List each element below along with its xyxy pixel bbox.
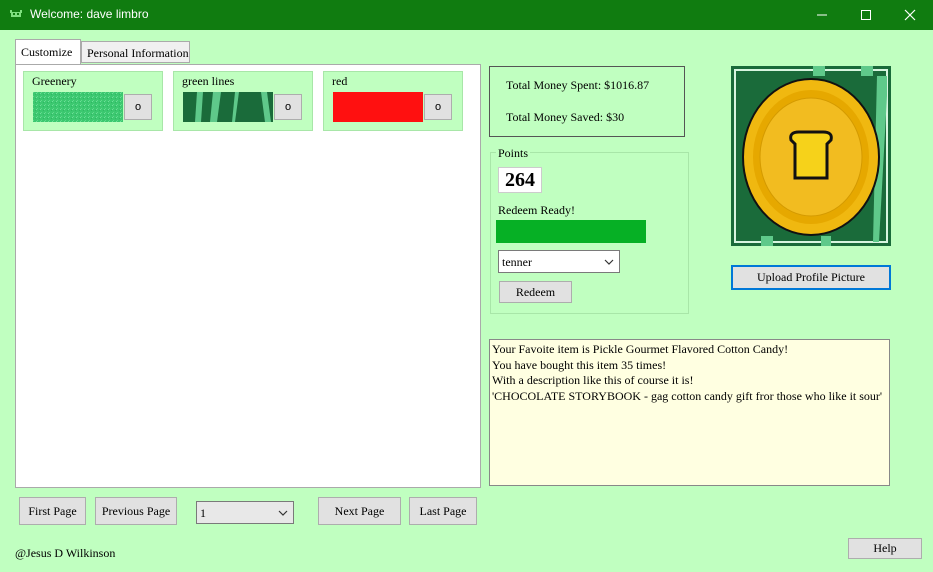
- maximize-icon: [861, 10, 871, 20]
- apply-green-lines-button[interactable]: o: [274, 94, 302, 120]
- chevron-down-icon: [604, 259, 614, 265]
- item-label: red: [332, 74, 348, 88]
- favorite-line: With a description like this of course i…: [492, 373, 694, 387]
- favorite-line: Your Favoite item is Pickle Gourmet Flav…: [492, 342, 789, 356]
- points-group: Points 264 Redeem Ready! tenner Redeem: [490, 146, 689, 314]
- item-label: Greenery: [32, 74, 77, 88]
- tab-personal-information[interactable]: Personal Information: [81, 41, 190, 63]
- maximize-button[interactable]: [843, 0, 889, 30]
- redeem-status: Redeem Ready!: [498, 203, 575, 217]
- item-label: green lines: [182, 74, 235, 88]
- next-page-button[interactable]: Next Page: [318, 497, 401, 525]
- app-icon: [10, 10, 22, 17]
- close-icon: [904, 9, 916, 21]
- favorite-line: 'CHOCOLATE STORYBOOK - gag cotton candy …: [492, 388, 883, 403]
- tab-customize[interactable]: Customize: [15, 39, 81, 64]
- chevron-down-icon: [278, 510, 288, 516]
- upload-profile-picture-button[interactable]: Upload Profile Picture: [731, 265, 891, 290]
- redeem-progress-fill: [496, 220, 646, 243]
- favorite-line: You have bought this item 35 times!: [492, 357, 667, 372]
- page-select[interactable]: 1: [196, 501, 294, 524]
- previous-page-button[interactable]: Previous Page: [95, 497, 177, 525]
- coin-with-toast-icon: [731, 66, 891, 246]
- title-bar: Welcome: dave limbro: [0, 0, 933, 30]
- minimize-button[interactable]: [799, 0, 845, 30]
- total-money-saved: Total Money Saved: $30: [506, 110, 625, 124]
- redeem-progress-bar: [496, 220, 646, 243]
- item-card-red: red o: [323, 71, 463, 131]
- apply-red-button[interactable]: o: [424, 94, 452, 120]
- greenery-swatch[interactable]: [33, 92, 123, 122]
- help-button[interactable]: Help: [848, 538, 922, 559]
- minimize-icon: [817, 14, 827, 16]
- money-summary: Total Money Spent: $1016.87 Total Money …: [489, 66, 685, 137]
- close-button[interactable]: [887, 0, 933, 30]
- page-select-value: 1: [200, 506, 206, 520]
- reward-select-value: tenner: [502, 255, 532, 269]
- red-swatch[interactable]: [333, 92, 423, 122]
- apply-greenery-button[interactable]: o: [124, 94, 152, 120]
- author-credit: @Jesus D Wilkinson: [15, 546, 116, 560]
- total-money-spent: Total Money Spent: $1016.87: [506, 78, 650, 92]
- item-card-greenery: Greenery o: [23, 71, 163, 131]
- customize-panel: Greenery o green lines o red o: [15, 64, 481, 488]
- window-title: Welcome: dave limbro: [30, 7, 149, 21]
- last-page-button[interactable]: Last Page: [409, 497, 477, 525]
- points-value: 264: [498, 167, 542, 193]
- redeem-button[interactable]: Redeem: [499, 281, 572, 303]
- first-page-button[interactable]: First Page: [19, 497, 86, 525]
- points-group-label: Points: [496, 146, 531, 161]
- green-lines-swatch[interactable]: [183, 92, 273, 122]
- reward-select[interactable]: tenner: [498, 250, 620, 273]
- favorite-item-info: Your Favoite item is Pickle Gourmet Flav…: [489, 339, 890, 486]
- item-card-green-lines: green lines o: [173, 71, 313, 131]
